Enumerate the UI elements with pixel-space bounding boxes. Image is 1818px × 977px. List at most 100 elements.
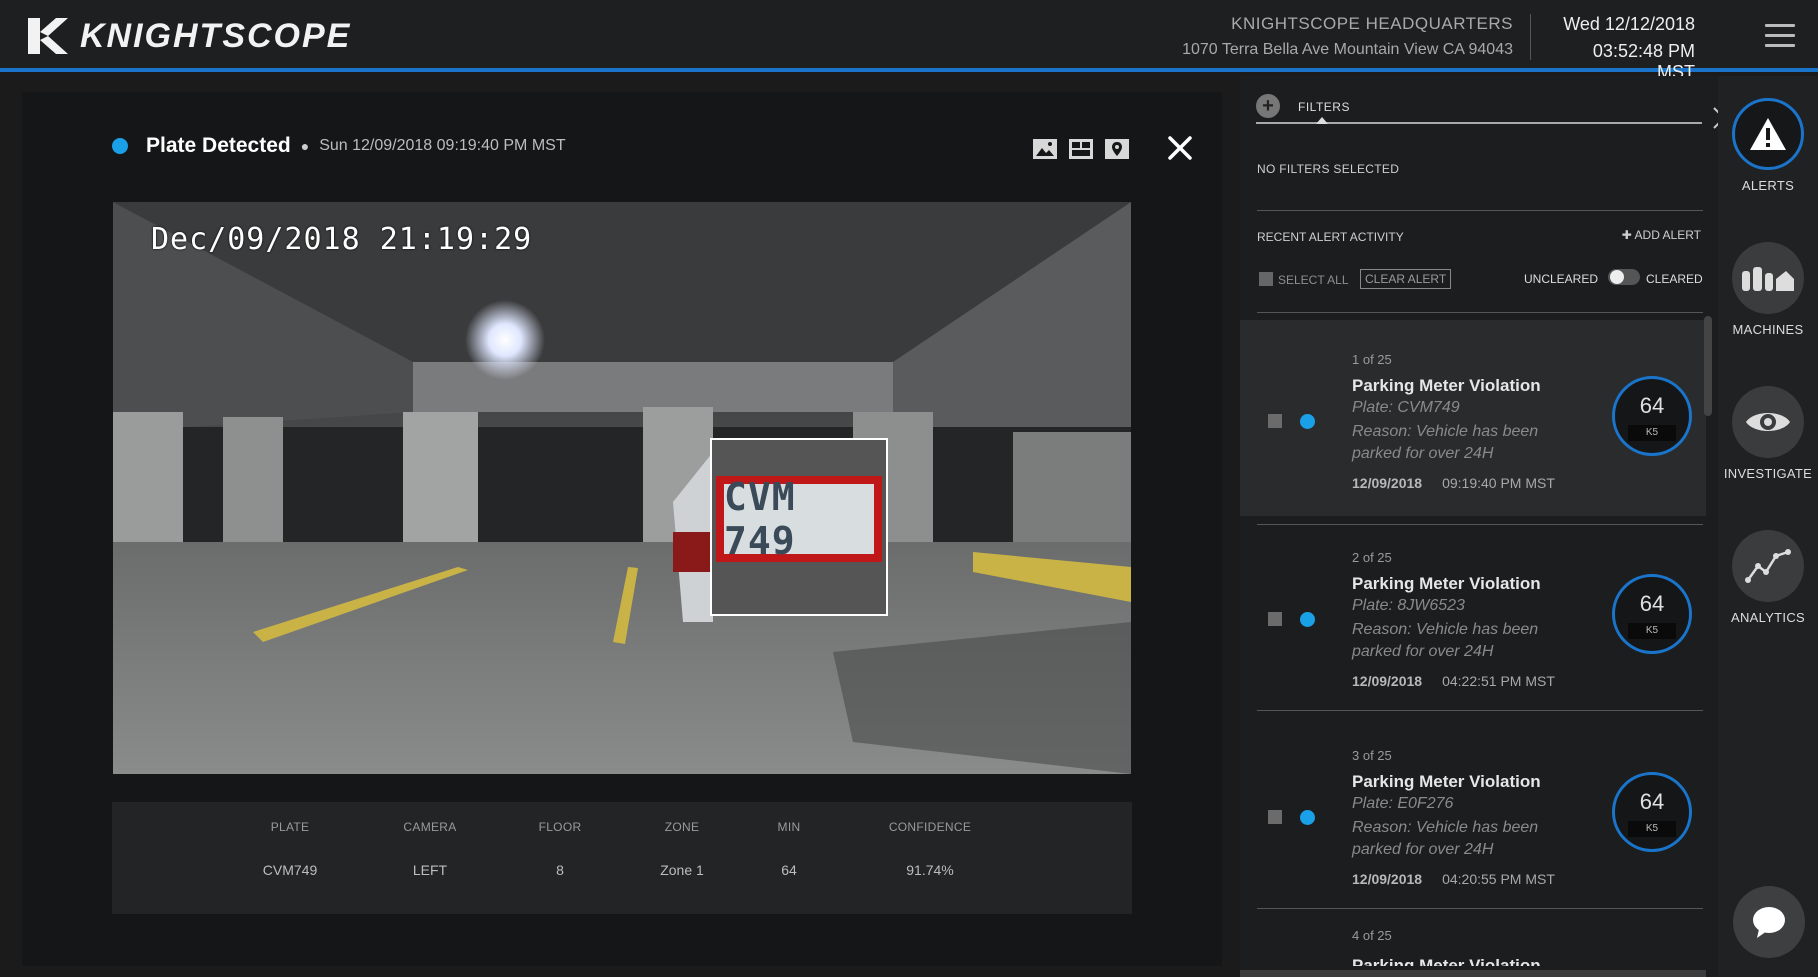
alert-date: 12/09/2018 bbox=[1352, 475, 1423, 491]
nav-label: ANALYTICS bbox=[1731, 610, 1805, 625]
side-nav: ALERTS MACHINES INVESTIGATE ANALYTICS bbox=[1718, 76, 1818, 977]
plate-highlight: CVM 749 bbox=[716, 475, 882, 563]
alert-datetime: 12/09/2018 09:19:40 PM MST bbox=[1352, 475, 1555, 491]
col-min: MIN 64 bbox=[719, 802, 859, 878]
detail-title: Plate Detected bbox=[146, 134, 291, 157]
alert-time: 04:20:55 PM MST bbox=[1442, 871, 1555, 887]
site-name: KNIGHTSCOPE HEADQUARTERS bbox=[1231, 14, 1513, 33]
filters-label: FILTERS bbox=[1298, 100, 1350, 114]
alert-date: 12/09/2018 bbox=[1352, 673, 1423, 689]
alert-title: Parking Meter Violation bbox=[1352, 574, 1541, 593]
alert-reason: Reason: Vehicle has been parked for over… bbox=[1352, 621, 1539, 660]
knightscope-logo[interactable]: KNIGHTSCOPE bbox=[26, 14, 351, 58]
add-alert-label: ADD ALERT bbox=[1634, 228, 1701, 242]
toggle-knob bbox=[1610, 270, 1624, 284]
alert-card[interactable]: 2 of 25 Parking Meter Violation Plate: 8… bbox=[1240, 518, 1706, 714]
col-camera: CAMERA LEFT bbox=[360, 802, 500, 878]
camera-snapshot[interactable]: Dec/09/2018 21:19:29 CVM 749 bbox=[113, 202, 1131, 774]
filters-bar[interactable]: + FILTERS bbox=[1256, 94, 1726, 129]
plate-crop-box[interactable]: CVM 749 bbox=[710, 438, 888, 616]
col-header: PLATE bbox=[270, 820, 310, 834]
status-dot bbox=[1300, 414, 1315, 429]
alert-card[interactable]: 1 of 25 Parking Meter Violation Plate: C… bbox=[1240, 320, 1706, 516]
vertical-scrollbar[interactable] bbox=[1704, 316, 1712, 416]
divider bbox=[1257, 312, 1703, 313]
col-header: MIN bbox=[777, 820, 801, 834]
close-icon[interactable] bbox=[1164, 132, 1196, 164]
col-value: CVM749 bbox=[262, 862, 318, 878]
status-dot bbox=[1300, 612, 1315, 627]
divider bbox=[1257, 908, 1703, 909]
nav-alerts[interactable]: ALERTS bbox=[1718, 98, 1818, 193]
logo-wordmark: KNIGHTSCOPE bbox=[80, 16, 352, 55]
machine-badge: 64 K5 bbox=[1612, 772, 1692, 852]
chat-button[interactable] bbox=[1733, 886, 1805, 958]
alert-plate: Plate: 8JW6523 bbox=[1352, 597, 1465, 614]
col-value: LEFT bbox=[412, 862, 448, 878]
badge-unit: K5 bbox=[1628, 623, 1676, 639]
alert-count: 3 of 25 bbox=[1352, 748, 1392, 763]
warning-icon bbox=[1750, 118, 1786, 150]
nav-machines[interactable]: MACHINES bbox=[1718, 242, 1818, 337]
alert-time: 09:19:40 PM MST bbox=[1442, 475, 1555, 491]
select-all-label[interactable]: SELECT ALL bbox=[1278, 273, 1349, 287]
plus-icon: ✚ bbox=[1621, 228, 1635, 242]
alert-checkbox[interactable] bbox=[1268, 612, 1282, 626]
divider bbox=[1257, 210, 1703, 211]
nav-label: ALERTS bbox=[1741, 178, 1795, 193]
cleared-label: CLEARED bbox=[1646, 272, 1703, 286]
nav-label: INVESTIGATE bbox=[1723, 466, 1813, 481]
header-divider bbox=[1530, 14, 1531, 60]
alert-plate: Plate: CVM749 bbox=[1352, 399, 1460, 416]
investigate-nav-button[interactable] bbox=[1732, 386, 1804, 458]
alert-checkbox[interactable] bbox=[1268, 414, 1282, 428]
plate-crop-text: CVM 749 bbox=[724, 475, 796, 563]
col-value: 8 bbox=[556, 862, 564, 878]
select-all-checkbox[interactable] bbox=[1259, 272, 1273, 286]
col-header: CAMERA bbox=[403, 820, 457, 834]
uncleared-label: UNCLEARED bbox=[1524, 272, 1599, 286]
nav-investigate[interactable]: INVESTIGATE bbox=[1718, 386, 1818, 481]
col-value: 91.74% bbox=[906, 862, 954, 878]
alert-detail-panel: Plate Detected ● Sun 12/09/2018 09:19:40… bbox=[22, 92, 1222, 966]
recent-activity-heading: RECENT ALERT ACTIVITY bbox=[1257, 230, 1404, 244]
nav-analytics[interactable]: ANALYTICS bbox=[1718, 530, 1818, 625]
add-filter-icon[interactable]: + bbox=[1256, 94, 1280, 118]
alert-count: 2 of 25 bbox=[1352, 550, 1392, 565]
hamburger-menu-icon[interactable] bbox=[1765, 24, 1795, 48]
map-pin-icon[interactable] bbox=[1104, 136, 1130, 162]
machines-nav-button[interactable] bbox=[1732, 242, 1804, 314]
add-alert-button[interactable]: ✚ ADD ALERT bbox=[1622, 228, 1701, 242]
clear-alert-button[interactable]: CLEAR ALERT bbox=[1360, 269, 1452, 289]
current-date: Wed 12/12/2018 bbox=[1563, 14, 1695, 34]
machine-badge: 64 K5 bbox=[1612, 376, 1692, 456]
alerts-nav-button[interactable] bbox=[1732, 98, 1804, 170]
chat-bubble-icon bbox=[1753, 907, 1785, 938]
status-dot bbox=[112, 138, 128, 154]
camera-timestamp: Dec/09/2018 21:19:29 bbox=[151, 222, 533, 257]
alert-count: 1 of 25 bbox=[1352, 352, 1392, 367]
alert-checkbox[interactable] bbox=[1268, 810, 1282, 824]
cleared-toggle[interactable] bbox=[1608, 269, 1640, 285]
image-icon[interactable] bbox=[1032, 136, 1058, 162]
alert-card[interactable]: 3 of 25 Parking Meter Violation Plate: E… bbox=[1240, 716, 1706, 912]
line-chart-icon bbox=[1745, 549, 1791, 583]
parking-garage-image bbox=[113, 202, 1131, 774]
video-icon[interactable] bbox=[1068, 136, 1094, 162]
bullet-separator: ● bbox=[300, 138, 310, 154]
analytics-nav-button[interactable] bbox=[1732, 530, 1804, 602]
alert-count: 4 of 25 bbox=[1352, 928, 1392, 943]
col-floor: FLOOR 8 bbox=[490, 802, 630, 878]
col-header: CONFIDENCE bbox=[888, 820, 972, 834]
col-value: 64 bbox=[781, 862, 797, 878]
alert-datetime: 12/09/2018 04:20:55 PM MST bbox=[1352, 871, 1555, 887]
knightscope-k-icon bbox=[28, 18, 68, 54]
detail-timestamp: Sun 12/09/2018 09:19:40 PM MST bbox=[319, 137, 566, 154]
horizontal-scrollbar[interactable] bbox=[1240, 970, 1706, 977]
badge-unit: K5 bbox=[1628, 821, 1676, 837]
caret-up-icon bbox=[1316, 117, 1328, 124]
col-confidence: CONFIDENCE 91.74% bbox=[860, 802, 1000, 878]
eye-icon bbox=[1746, 413, 1790, 431]
detail-header: Plate Detected ● Sun 12/09/2018 09:19:40… bbox=[112, 134, 566, 158]
machine-badge: 64 K5 bbox=[1612, 574, 1692, 654]
